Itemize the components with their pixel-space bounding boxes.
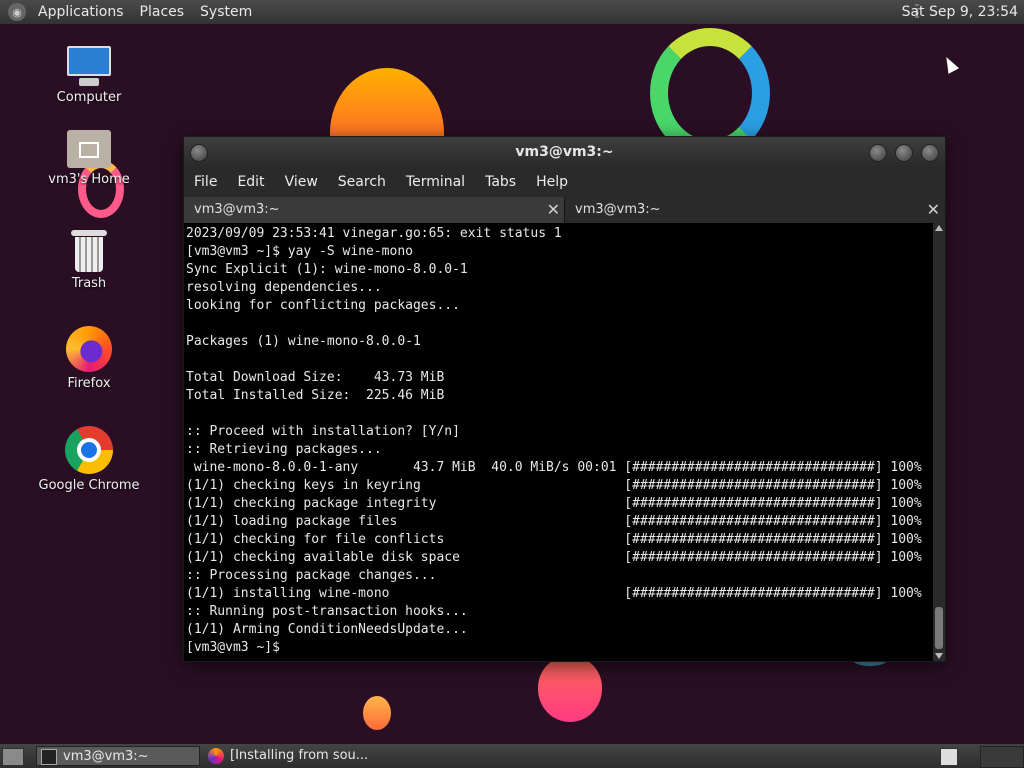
firefox-icon bbox=[66, 326, 112, 372]
terminal-output[interactable]: 2023/09/09 23:53:41 vinegar.go:65: exit … bbox=[184, 223, 945, 661]
menu-view[interactable]: View bbox=[275, 167, 328, 197]
terminal-window[interactable]: vm3@vm3:~ File Edit View Search Terminal… bbox=[183, 136, 946, 662]
places-menu[interactable]: Places bbox=[132, 0, 193, 24]
scroll-down-icon[interactable] bbox=[935, 653, 943, 659]
menu-edit[interactable]: Edit bbox=[227, 167, 274, 197]
tab-label: vm3@vm3:~ bbox=[575, 202, 661, 217]
applications-menu[interactable]: Applications bbox=[30, 0, 132, 24]
taskbar-item-label: [Installing from sou... bbox=[230, 748, 369, 763]
tab-terminal-1[interactable]: vm3@vm3:~ ✕ bbox=[184, 197, 564, 223]
desktop-icon-firefox[interactable]: Firefox bbox=[34, 326, 144, 391]
system-menu[interactable]: System bbox=[192, 0, 260, 24]
menubar: File Edit View Search Terminal Tabs Help bbox=[184, 167, 945, 197]
menu-terminal[interactable]: Terminal bbox=[396, 167, 475, 197]
desktop-icon-label: Computer bbox=[56, 90, 122, 105]
top-panel: ◉ Applications Places System Sat Sep 9, … bbox=[0, 0, 1024, 24]
bottom-panel: vm3@vm3:~ [Installing from sou... bbox=[0, 744, 1024, 768]
menu-help[interactable]: Help bbox=[526, 167, 578, 197]
desktop-icon-label: vm3's Home bbox=[48, 172, 130, 187]
clock[interactable]: Sat Sep 9, 23:54 bbox=[902, 0, 1018, 24]
terminal-icon bbox=[41, 749, 57, 765]
mouse-cursor-icon bbox=[940, 54, 960, 74]
scrollbar[interactable] bbox=[933, 223, 945, 661]
desktop-icon-home[interactable]: vm3's Home bbox=[34, 130, 144, 187]
trash-icon bbox=[71, 230, 107, 272]
terminal-text: 2023/09/09 23:53:41 vinegar.go:65: exit … bbox=[186, 226, 922, 655]
desktop-icon-computer[interactable]: Computer bbox=[34, 46, 144, 105]
window-titlebar[interactable]: vm3@vm3:~ bbox=[184, 137, 945, 167]
scrollbar-thumb[interactable] bbox=[935, 607, 943, 649]
menu-file[interactable]: File bbox=[184, 167, 227, 197]
taskbar-item-terminal[interactable]: vm3@vm3:~ bbox=[36, 746, 200, 766]
computer-icon bbox=[65, 46, 113, 86]
taskbar-item-label: vm3@vm3:~ bbox=[63, 749, 149, 764]
home-folder-icon bbox=[67, 130, 111, 168]
chrome-icon bbox=[65, 426, 113, 474]
window-title: vm3@vm3:~ bbox=[515, 144, 614, 160]
desktop-icon-label: Firefox bbox=[67, 376, 111, 391]
workspace-switcher-icon[interactable] bbox=[940, 748, 958, 766]
maximize-button[interactable] bbox=[895, 144, 913, 162]
workspace-pager[interactable] bbox=[980, 746, 1024, 768]
desktop-icon-label: Google Chrome bbox=[38, 478, 140, 493]
taskbar-item-firefox[interactable]: [Installing from sou... bbox=[204, 746, 394, 766]
show-desktop-icon[interactable] bbox=[2, 748, 24, 766]
wallpaper-blob-small bbox=[363, 696, 391, 730]
desktop-icon-chrome[interactable]: Google Chrome bbox=[34, 426, 144, 493]
window-menu-button[interactable] bbox=[190, 144, 208, 162]
desktop-icon-label: Trash bbox=[71, 276, 107, 291]
menu-tabs[interactable]: Tabs bbox=[475, 167, 526, 197]
close-tab-icon[interactable]: ✕ bbox=[927, 197, 940, 223]
close-window-button[interactable] bbox=[921, 144, 939, 162]
scroll-up-icon[interactable] bbox=[935, 225, 943, 231]
close-tab-icon[interactable]: ✕ bbox=[547, 197, 560, 223]
minimize-button[interactable] bbox=[869, 144, 887, 162]
firefox-icon bbox=[208, 748, 224, 764]
wallpaper-blob-bottom bbox=[538, 656, 602, 722]
menu-search[interactable]: Search bbox=[328, 167, 396, 197]
distro-logo-icon[interactable]: ◉ bbox=[8, 3, 26, 21]
tab-label: vm3@vm3:~ bbox=[194, 202, 280, 217]
tab-terminal-2[interactable]: vm3@vm3:~ ✕ bbox=[564, 197, 944, 223]
desktop-icon-trash[interactable]: Trash bbox=[34, 230, 144, 291]
tab-bar: vm3@vm3:~ ✕ vm3@vm3:~ ✕ bbox=[184, 197, 945, 224]
